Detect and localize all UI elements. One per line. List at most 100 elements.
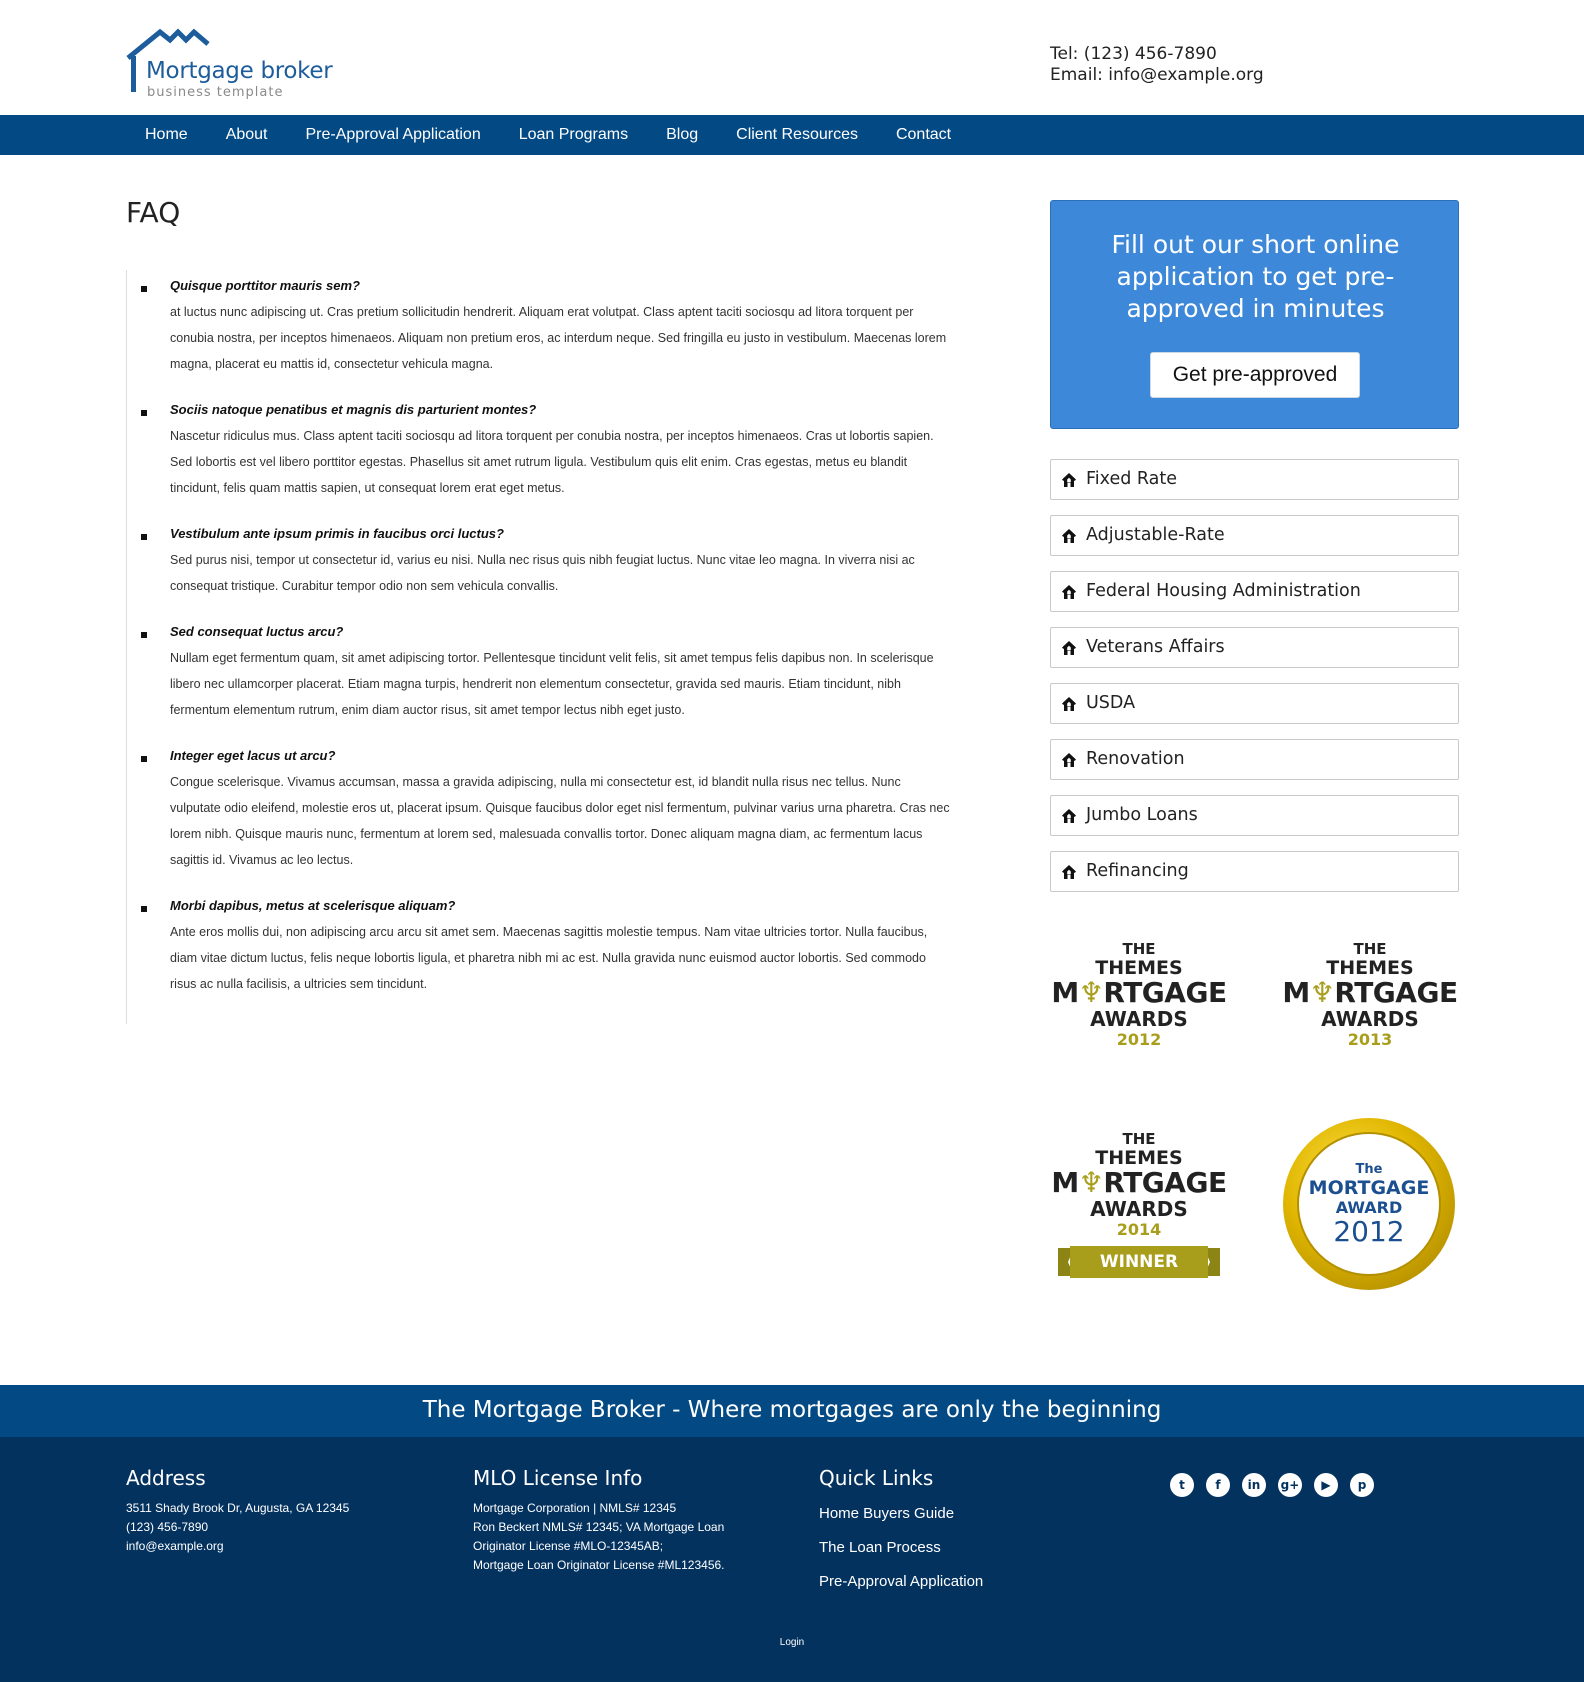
- home-icon: [1062, 809, 1076, 823]
- get-pre-approved-button[interactable]: Get pre-approved: [1150, 352, 1360, 398]
- program-item-jumbo-loans[interactable]: Jumbo Loans: [1050, 795, 1459, 836]
- program-label: Adjustable-Rate: [1086, 525, 1225, 545]
- award-the: THE: [1122, 940, 1156, 958]
- nav-item-blog[interactable]: Blog: [647, 115, 717, 155]
- faq-list: Quisque porttitor mauris sem? at luctus …: [126, 270, 996, 1024]
- faq-item: Quisque porttitor mauris sem? at luctus …: [127, 270, 996, 377]
- faq-item: Sociis natoque penatibus et magnis dis p…: [127, 394, 996, 501]
- gold-award-inner: The MORTGAGE AWARD 2012: [1297, 1132, 1441, 1276]
- faq-question: Vestibulum ante ipsum primis in faucibus…: [170, 526, 504, 541]
- award-themes: THEMES: [1326, 957, 1414, 979]
- home-icon: [1062, 529, 1076, 543]
- program-item-renovation[interactable]: Renovation: [1050, 739, 1459, 780]
- award-rtgage: RTGAGE: [1334, 976, 1458, 1009]
- main-nav: Home About Pre-Approval Application Loan…: [0, 115, 1584, 155]
- faq-answer-line: Nullam eget fermentum quam, sit amet adi…: [170, 651, 934, 665]
- quick-link-loan-process[interactable]: The Loan Process: [819, 1531, 983, 1565]
- quick-link-home-buyers-guide[interactable]: Home Buyers Guide: [819, 1497, 983, 1531]
- twitter-icon[interactable]: t: [1170, 1473, 1194, 1497]
- cta-text-line: application to get pre-: [1116, 262, 1395, 291]
- faq-answer-line: at luctus nunc adipiscing ut. Cras preti…: [170, 305, 914, 319]
- nav-item-client-resources[interactable]: Client Resources: [717, 115, 877, 155]
- award-awards: AWARDS: [1090, 1197, 1188, 1221]
- home-icon: [1062, 641, 1076, 655]
- program-item-refinancing[interactable]: Refinancing: [1050, 851, 1459, 892]
- faq-question: Morbi dapibus, metus at scelerisque aliq…: [170, 898, 456, 913]
- header-contact: Tel: (123) 456-7890 Email: info@example.…: [1050, 44, 1264, 86]
- nav-item-contact[interactable]: Contact: [877, 115, 970, 155]
- logo[interactable]: Mortgage broker business template: [126, 28, 356, 100]
- faq-item: Morbi dapibus, metus at scelerisque aliq…: [127, 890, 996, 997]
- bullet-icon: [141, 534, 147, 540]
- youtube-icon[interactable]: ▶: [1314, 1473, 1338, 1497]
- footer-tagline: The Mortgage Broker - Where mortgages ar…: [0, 1385, 1584, 1437]
- gold-award-year: 2012: [1333, 1215, 1405, 1248]
- footer-phone: (123) 456-7890: [126, 1520, 209, 1534]
- award-themes: THEMES: [1095, 957, 1183, 979]
- faq-answer: Nullam eget fermentum quam, sit amet adi…: [170, 645, 996, 723]
- nav-list: Home About Pre-Approval Application Loan…: [126, 115, 970, 155]
- header-email[interactable]: Email: info@example.org: [1050, 65, 1264, 86]
- footer-license-line: Ron Beckert NMLS# 12345; VA Mortgage Loa…: [473, 1520, 725, 1534]
- logo-title: Mortgage broker: [146, 58, 333, 84]
- program-item-fixed-rate[interactable]: Fixed Rate: [1050, 459, 1459, 500]
- bullet-icon: [141, 756, 147, 762]
- program-label: Jumbo Loans: [1086, 805, 1198, 825]
- home-icon: [1062, 697, 1076, 711]
- award-m: M: [1282, 976, 1310, 1009]
- award-themes: THEMES: [1095, 1147, 1183, 1169]
- program-item-adjustable-rate[interactable]: Adjustable-Rate: [1050, 515, 1459, 556]
- nav-item-about[interactable]: About: [207, 115, 287, 155]
- nav-item-pre-approval[interactable]: Pre-Approval Application: [287, 115, 500, 155]
- award-the: THE: [1122, 1130, 1156, 1148]
- nav-item-home[interactable]: Home: [126, 115, 207, 155]
- program-label: Veterans Affairs: [1086, 637, 1225, 657]
- trophy-icon: ♆: [1078, 976, 1104, 1009]
- linkedin-icon[interactable]: in: [1242, 1473, 1266, 1497]
- gold-award-mortgage: MORTGAGE: [1308, 1177, 1430, 1199]
- nav-item-loan-programs[interactable]: Loan Programs: [500, 115, 647, 155]
- quick-links-list: Home Buyers Guide The Loan Process Pre-A…: [819, 1497, 983, 1599]
- program-item-veterans-affairs[interactable]: Veterans Affairs: [1050, 627, 1459, 668]
- faq-answer: Congue scelerisque. Vivamus accumsan, ma…: [170, 769, 996, 873]
- home-icon: [1062, 473, 1076, 487]
- quick-link-pre-approval[interactable]: Pre-Approval Application: [819, 1565, 983, 1599]
- logo-subtitle: business template: [147, 85, 284, 100]
- award-mortgage: M♆RTGAGE: [1049, 1168, 1229, 1198]
- footer-email[interactable]: info@example.org: [126, 1537, 349, 1556]
- bullet-icon: [141, 632, 147, 638]
- program-item-fha[interactable]: Federal Housing Administration: [1050, 571, 1459, 612]
- award-year: 2012: [1116, 1030, 1162, 1049]
- footer-license-line: Mortgage Corporation | NMLS# 12345: [473, 1501, 677, 1515]
- footer-license-line: Mortgage Loan Originator License #ML1234…: [473, 1558, 725, 1572]
- footer-quick-links-heading: Quick Links: [819, 1466, 934, 1490]
- facebook-icon[interactable]: f: [1206, 1473, 1230, 1497]
- program-label: USDA: [1086, 693, 1136, 713]
- cta-text-line: Fill out our short online: [1111, 230, 1400, 259]
- faq-answer-line: tincidunt, felis quam mattis sapien, ut …: [170, 481, 565, 495]
- award-badge-2013: THE THEMES M♆RTGAGE AWARDS 2013: [1280, 940, 1460, 1120]
- faq-answer-line: libero nec ullamcorper placerat. Etiam m…: [170, 677, 901, 691]
- faq-answer-line: lorem nibh. Quisque mauris nunc, ferment…: [170, 827, 923, 841]
- program-label: Fixed Rate: [1086, 469, 1178, 489]
- faq-answer-line: Congue scelerisque. Vivamus accumsan, ma…: [170, 775, 901, 789]
- faq-answer-line: conubia nostra, per inceptos himenaeos. …: [170, 331, 947, 345]
- pinterest-icon[interactable]: p: [1350, 1473, 1374, 1497]
- faq-question: Quisque porttitor mauris sem?: [170, 278, 360, 293]
- faq-answer-line: magna, placerat eu mattis id, consectetu…: [170, 357, 494, 371]
- gold-award-the: The: [1355, 1162, 1383, 1177]
- faq-question: Sociis natoque penatibus et magnis dis p…: [170, 402, 537, 417]
- program-item-usda[interactable]: USDA: [1050, 683, 1459, 724]
- ribbon-label: WINNER: [1099, 1252, 1179, 1272]
- site-footer: Address 3511 Shady Brook Dr, Augusta, GA…: [0, 1437, 1584, 1682]
- faq-answer-line: Sed purus nisi, tempor ut consectetur id…: [170, 553, 915, 567]
- google-plus-icon[interactable]: g+: [1278, 1473, 1302, 1497]
- social-links: t f in g+ ▶ p: [1170, 1473, 1374, 1497]
- faq-answer-line: Ante eros mollis dui, non adipiscing arc…: [170, 925, 928, 939]
- award-badge-2012: THE THEMES M♆RTGAGE AWARDS 2012: [1049, 940, 1229, 1120]
- footer-license-line: Originator License #MLO-12345AB;: [473, 1539, 664, 1553]
- faq-item: Vestibulum ante ipsum primis in faucibus…: [127, 518, 996, 599]
- award-badge-2014-winner: THE THEMES M♆RTGAGE AWARDS 2014 WINNER: [1049, 1130, 1229, 1310]
- faq-answer-line: consequat tristique. Curabitur tempor od…: [170, 579, 559, 593]
- login-link[interactable]: Login: [0, 1637, 1584, 1648]
